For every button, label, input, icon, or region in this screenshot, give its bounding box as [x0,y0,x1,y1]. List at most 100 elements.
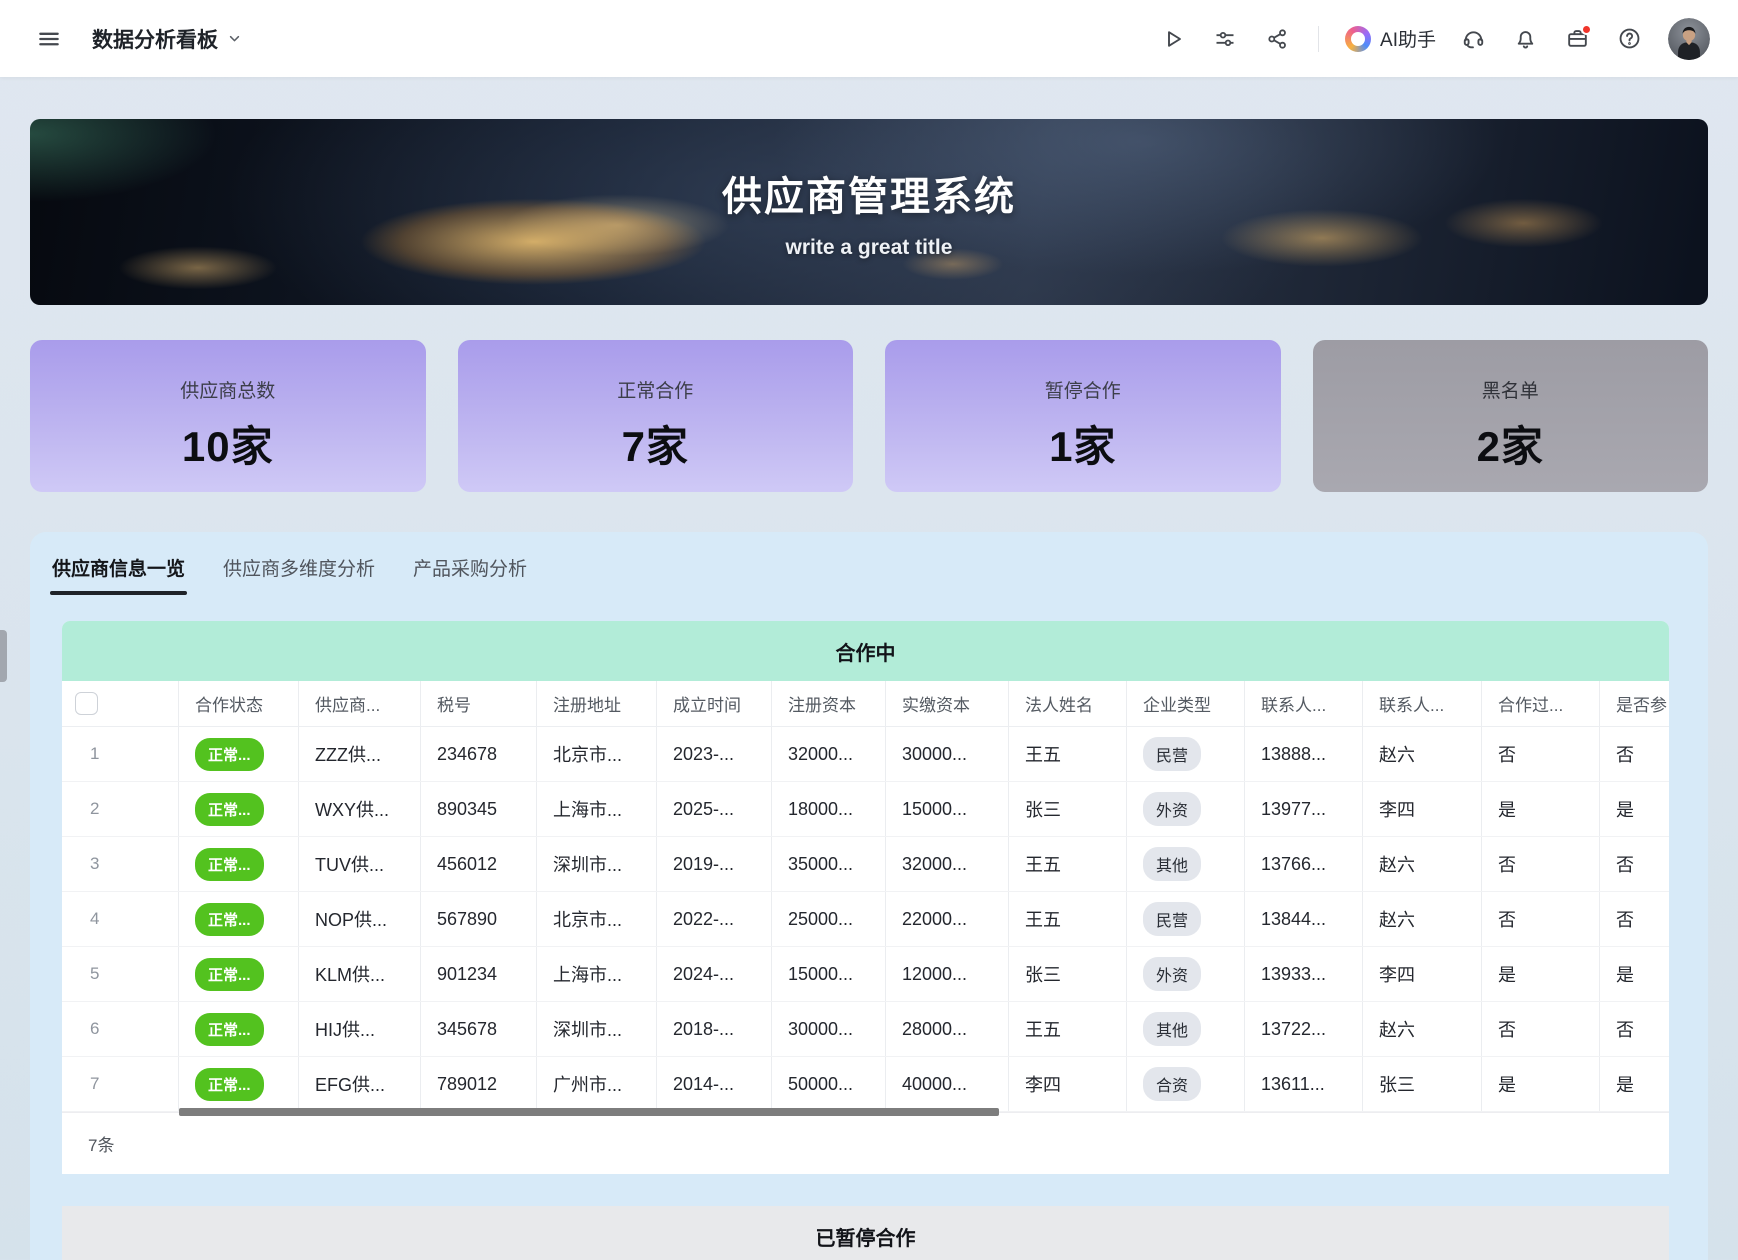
table-cell: 上海市... [537,782,657,836]
tab-supplier-info-overview[interactable]: 供应商信息一览 [52,554,185,595]
table-cell: EFG供... [299,1057,421,1111]
table-cell: 901234 [421,947,537,1001]
table-row[interactable]: 3正常...TUV供...456012深圳市...2019-...35000..… [62,837,1669,892]
table-cell: 否 [1600,837,1669,891]
avatar-image [1668,18,1710,60]
table-row[interactable]: 4正常...NOP供...567890北京市...2022-...25000..… [62,892,1669,947]
column-header-legal-person[interactable]: 法人姓名 [1009,681,1127,726]
help-button[interactable] [1610,20,1648,58]
table-footer: 7条 [62,1112,1669,1174]
table-cell: 合资 [1127,1057,1245,1111]
table-cell: 赵六 [1363,1002,1482,1056]
column-header-contact-name[interactable]: 联系人... [1363,681,1482,726]
toolbar-divider [1318,26,1319,52]
stat-card-normal-cooperation[interactable]: 正常合作 7家 [458,340,854,492]
chevron-down-icon [226,30,243,47]
status-badge: 正常... [195,903,264,936]
stat-card-paused-cooperation[interactable]: 暂停合作 1家 [885,340,1281,492]
table-cell: 12000... [886,947,1009,1001]
table-row[interactable]: 5正常...KLM供...901234上海市...2024-...15000..… [62,947,1669,1002]
paused-cooperation-title: 已暂停合作 [62,1206,1669,1260]
table-cell: 正常... [179,782,299,836]
tab-panel: 供应商信息一览 供应商多维度分析 产品采购分析 合作中 合作状态 供应商... … [30,532,1708,1260]
table-cell: 是 [1482,947,1600,1001]
column-header-participated[interactable]: 是否参 [1600,681,1669,726]
notifications-button[interactable] [1506,20,1544,58]
table-cell: 否 [1600,1002,1669,1056]
hamburger-icon [36,26,62,52]
bell-icon [1513,26,1538,51]
table-row[interactable]: 7正常...EFG供...789012广州市...2014-...50000..… [62,1057,1669,1112]
table-cell: 正常... [179,1057,299,1111]
table-cell: ZZZ供... [299,727,421,781]
table-cell: 15000... [772,947,886,1001]
table-cell: 李四 [1363,947,1482,1001]
table-cell: 18000... [772,782,886,836]
table-cell: 50000... [772,1057,886,1111]
share-button[interactable] [1258,20,1296,58]
row-number: 7 [62,1057,179,1111]
tab-product-procurement-analysis[interactable]: 产品采购分析 [413,554,527,595]
page-title: 数据分析看板 [92,24,218,54]
table-row[interactable]: 1正常...ZZZ供...234678北京市...2023-...32000..… [62,727,1669,782]
table-cell: 李四 [1363,782,1482,836]
table-cell: 是 [1600,947,1669,1001]
table-cell: 深圳市... [537,837,657,891]
row-number: 5 [62,947,179,1001]
table-cell: 广州市... [537,1057,657,1111]
dashboard-title-dropdown[interactable]: 数据分析看板 [92,24,243,54]
sliders-icon [1213,27,1237,51]
column-header-supplier[interactable]: 供应商... [299,681,421,726]
column-header-cooperated[interactable]: 合作过... [1482,681,1600,726]
table-cell: 28000... [886,1002,1009,1056]
horizontal-scrollbar[interactable] [179,1108,999,1116]
table-cell: 2024-... [657,947,772,1001]
stat-card-blacklist[interactable]: 黑名单 2家 [1313,340,1709,492]
company-type-badge: 其他 [1143,847,1201,881]
table-cell: 民营 [1127,892,1245,946]
column-header-tax-id[interactable]: 税号 [421,681,537,726]
table-cell: 否 [1482,892,1600,946]
table-cell: 李四 [1009,1057,1127,1111]
avatar[interactable] [1668,18,1710,60]
table-cell: 13722... [1245,1002,1363,1056]
column-header-company-type[interactable]: 企业类型 [1127,681,1245,726]
workspace-button[interactable] [1558,20,1596,58]
table-cell: 是 [1600,782,1669,836]
status-badge: 正常... [195,1068,264,1101]
play-button[interactable] [1154,20,1192,58]
table-cell: 567890 [421,892,537,946]
table-cell: 张三 [1363,1057,1482,1111]
column-header-status[interactable]: 合作状态 [179,681,299,726]
column-header-registered-capital[interactable]: 注册资本 [772,681,886,726]
table-cell: 30000... [772,1002,886,1056]
ai-assistant-button[interactable]: AI助手 [1341,25,1440,52]
column-header-registered-address[interactable]: 注册地址 [537,681,657,726]
table-group-title: 合作中 [62,621,1669,681]
table-cell: 正常... [179,947,299,1001]
column-header-paidin-capital[interactable]: 实缴资本 [886,681,1009,726]
row-number: 6 [62,1002,179,1056]
top-bar: 数据分析看板 AI助手 [0,0,1738,77]
support-button[interactable] [1454,20,1492,58]
select-all-checkbox[interactable] [75,692,98,715]
table-cell: 是 [1482,782,1600,836]
row-number: 1 [62,727,179,781]
tab-supplier-multidimensional-analysis[interactable]: 供应商多维度分析 [223,554,375,595]
banner-title: 供应商管理系统 [722,164,1016,222]
hamburger-menu-button[interactable] [30,20,68,58]
table-cell: 22000... [886,892,1009,946]
table-cell: HIJ供... [299,1002,421,1056]
stat-label: 黑名单 [1482,376,1539,403]
page-vertical-scrollbar[interactable] [0,630,7,682]
column-header-founded-date[interactable]: 成立时间 [657,681,772,726]
table-cell: 2022-... [657,892,772,946]
stat-value: 2家 [1477,413,1544,474]
table-cell: 2014-... [657,1057,772,1111]
table-row[interactable]: 2正常...WXY供...890345上海市...2025-...18000..… [62,782,1669,837]
stat-card-total-suppliers[interactable]: 供应商总数 10家 [30,340,426,492]
company-type-badge: 合资 [1143,1067,1201,1101]
column-header-contact-phone[interactable]: 联系人... [1245,681,1363,726]
table-row[interactable]: 6正常...HIJ供...345678深圳市...2018-...30000..… [62,1002,1669,1057]
settings-button[interactable] [1206,20,1244,58]
